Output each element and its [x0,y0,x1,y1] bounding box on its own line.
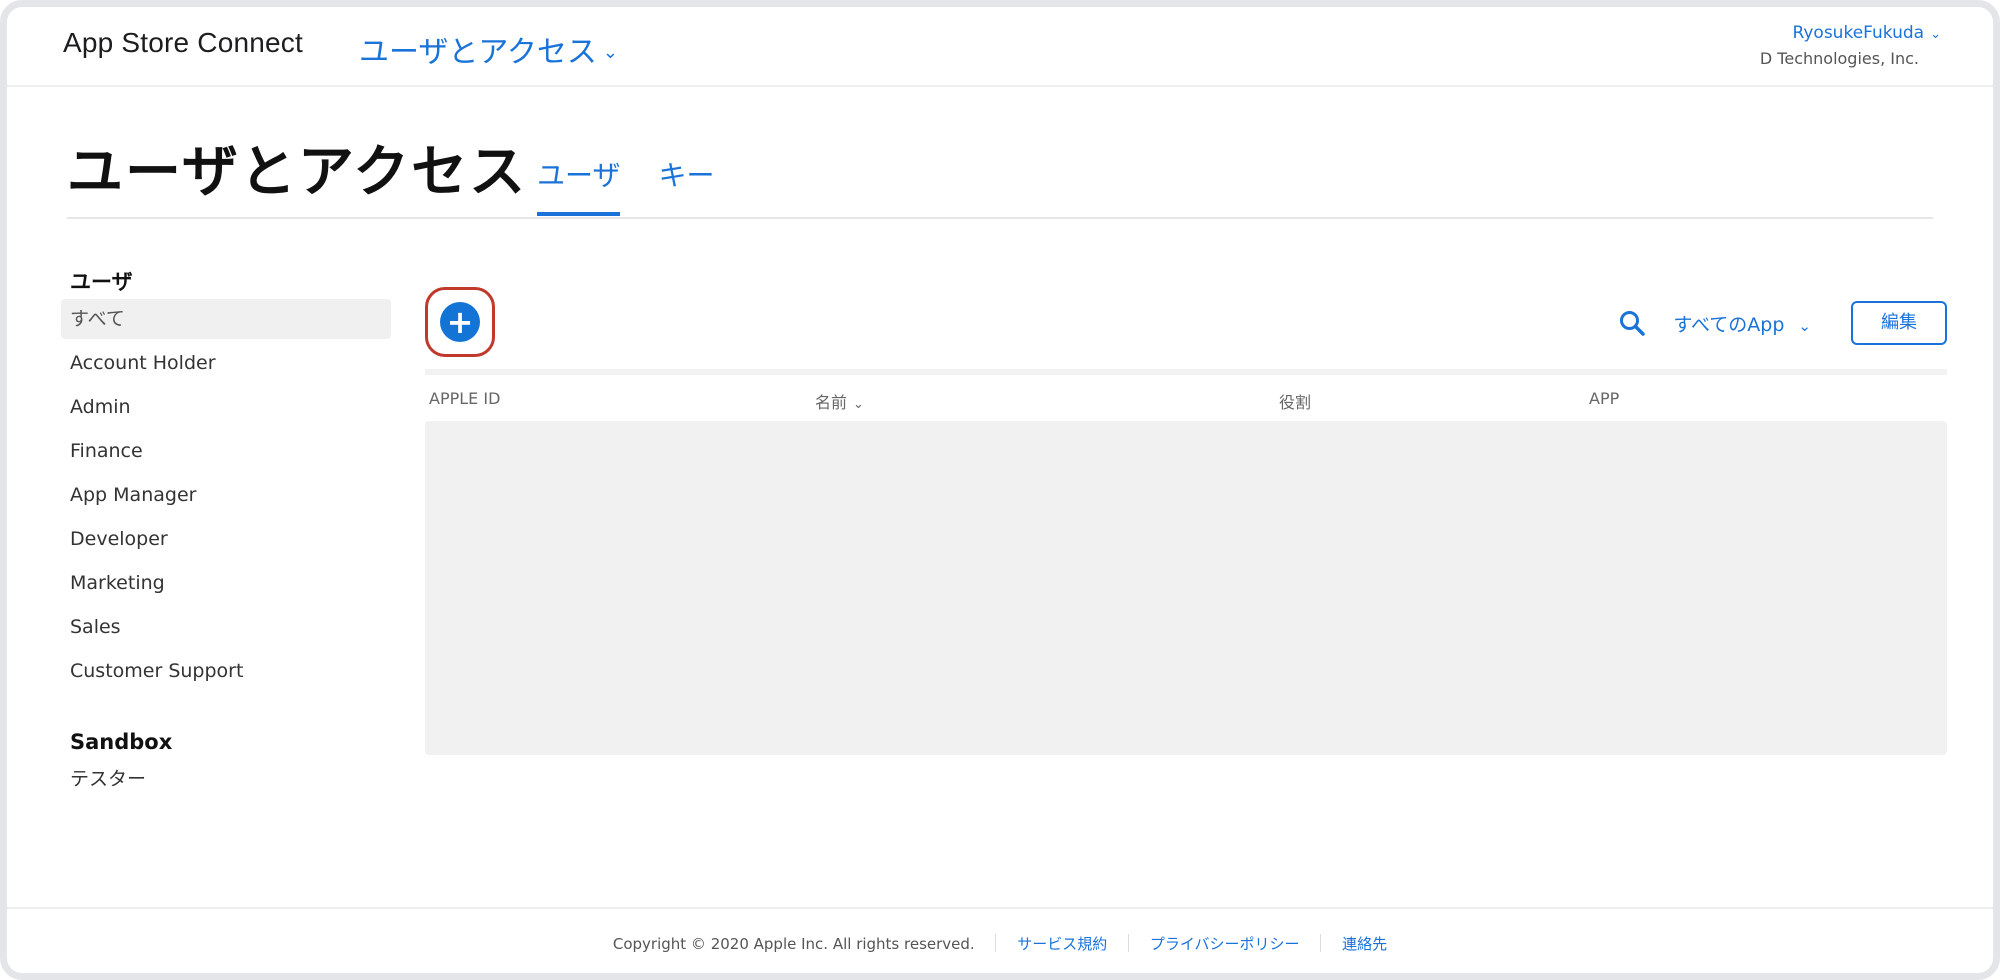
user-name[interactable]: RyosukeFukuda ⌄ [1760,23,1941,43]
app-filter-label: すべてのApp [1673,313,1785,336]
account-menu[interactable]: RyosukeFukuda ⌄ D Technologies, Inc. [1760,23,1941,68]
app-window: App Store Connect ユーザとアクセス ⌄ RyosukeFukud… [0,0,2000,980]
sidebar-item-account-holder[interactable]: Account Holder [61,343,391,383]
column-name-label: 名前 [815,393,848,412]
tab-keys[interactable]: キー [658,154,714,216]
chevron-down-icon: ⌄ [1798,316,1811,335]
sidebar-item-app-manager[interactable]: App Manager [61,475,391,515]
divider [67,217,1933,219]
section-menu[interactable]: ユーザとアクセス ⌄ [359,27,618,71]
column-apple-id: APPLE ID [429,389,501,408]
list-toolbar: すべてのApp ⌄ 編集 [1617,301,1947,345]
sidebar-item-finance[interactable]: Finance [61,431,391,471]
app-filter-dropdown[interactable]: すべてのApp ⌄ [1673,310,1811,337]
sidebar-item-admin[interactable]: Admin [61,387,391,427]
page-tabs: ユーザ キー [537,154,714,216]
column-role: 役割 [1279,393,1312,412]
footer-divider [7,907,1993,909]
page-title: ユーザとアクセス [67,140,528,205]
section-menu-label: ユーザとアクセス [359,35,597,70]
chevron-down-icon: ⌄ [1930,27,1941,42]
app-brand: App Store Connect [63,27,303,58]
sidebar-item-testers[interactable]: テスター [61,759,391,799]
sidebar-item-marketing[interactable]: Marketing [61,563,391,603]
sidebar: ユーザ すべて Account Holder Admin Finance App… [61,265,391,803]
tab-users[interactable]: ユーザ [537,154,621,216]
sidebar-item-customer-support[interactable]: Customer Support [61,651,391,691]
plus-circle-icon: + [440,302,480,342]
sidebar-group-users: ユーザ [70,270,133,294]
sidebar-group-sandbox: Sandbox [70,730,173,754]
footer: Copyright © 2020 Apple Inc. All rights r… [7,933,1993,954]
terms-link[interactable]: サービス規約 [1017,935,1107,953]
table-header: APPLE ID 名前 ⌄ 役割 APP [429,385,1947,415]
separator [1128,934,1130,952]
user-name-label: RyosukeFukuda [1792,23,1925,43]
copyright-text: Copyright © 2020 Apple Inc. All rights r… [612,935,975,953]
separator [995,934,997,952]
column-app: APP [1589,389,1620,408]
search-icon[interactable] [1617,308,1647,338]
separator [1320,934,1322,952]
chevron-down-icon: ⌄ [602,42,618,63]
contact-link[interactable]: 連絡先 [1342,935,1387,953]
privacy-policy-link[interactable]: プライバシーポリシー [1150,935,1300,953]
sidebar-item-all[interactable]: すべて [61,299,391,339]
sidebar-item-sales[interactable]: Sales [61,607,391,647]
edit-button[interactable]: 編集 [1851,301,1947,345]
table-body-loading [425,421,1947,755]
organization-name: D Technologies, Inc. [1759,49,1919,68]
chevron-down-icon: ⌄ [853,397,864,412]
add-user-button[interactable]: + [425,287,495,357]
sidebar-item-developer[interactable]: Developer [61,519,391,559]
top-bar: App Store Connect ユーザとアクセス ⌄ RyosukeFukud… [7,7,1993,87]
column-name[interactable]: 名前 ⌄ [815,389,864,413]
table-divider [425,369,1947,375]
